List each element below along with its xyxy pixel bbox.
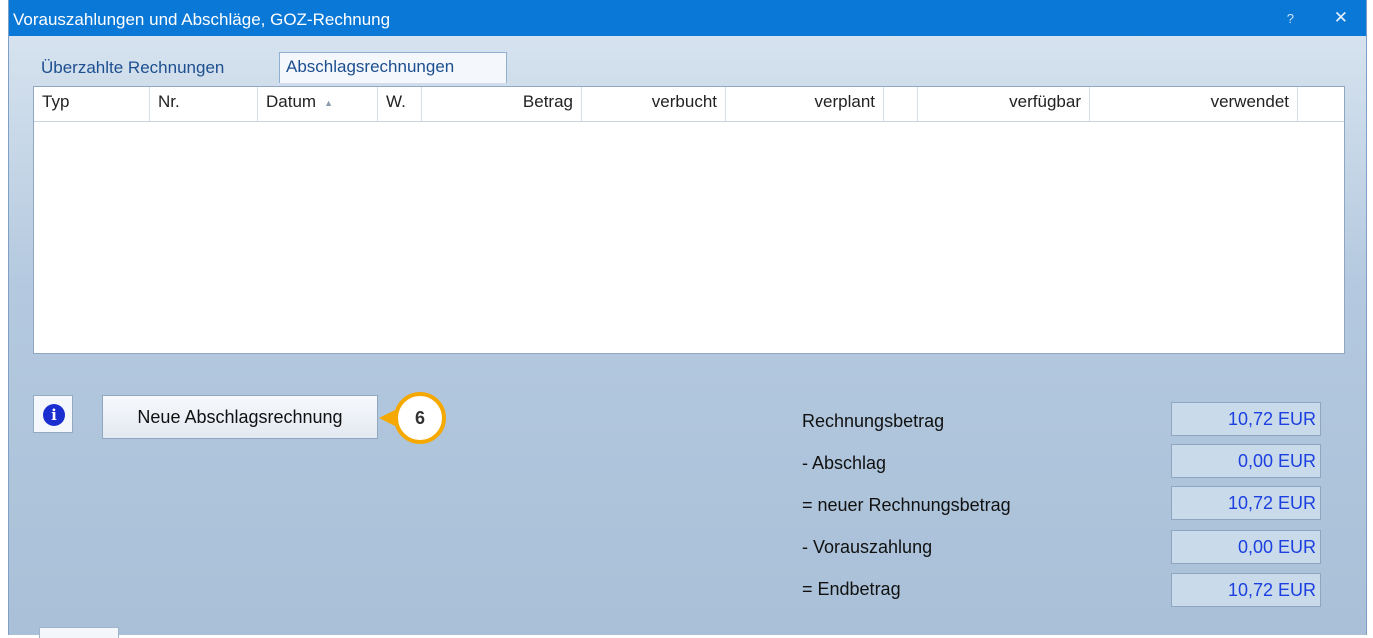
info-button[interactable]: i bbox=[33, 395, 73, 433]
column-header-betrag[interactable]: Betrag bbox=[422, 87, 582, 121]
column-header-verbucht[interactable]: verbucht bbox=[582, 87, 726, 121]
label-endbetrag: = Endbetrag bbox=[802, 579, 901, 599]
callout-pointer bbox=[379, 410, 395, 426]
column-header-verplant[interactable]: verplant bbox=[726, 87, 884, 121]
column-header-nr[interactable]: Nr. bbox=[150, 87, 258, 121]
value-neuer-rechnungsbetrag: 10,72 EUR bbox=[1171, 486, 1321, 520]
close-button[interactable]: ✕ bbox=[1334, 8, 1348, 28]
column-header-verfuegbar[interactable]: verfügbar bbox=[918, 87, 1090, 121]
value-rechnungsbetrag: 10,72 EUR bbox=[1171, 402, 1321, 436]
help-button[interactable]: ? bbox=[1287, 11, 1294, 26]
dialog-window: Vorauszahlungen und Abschläge, GOZ-Rechn… bbox=[8, 0, 1367, 638]
info-icon: i bbox=[43, 404, 65, 426]
window-title: Vorauszahlungen und Abschläge, GOZ-Rechn… bbox=[13, 10, 391, 29]
column-header-typ[interactable]: Typ bbox=[34, 87, 150, 121]
bottom-tab-partial[interactable] bbox=[39, 627, 119, 638]
column-header-verwendet[interactable]: verwendet bbox=[1090, 87, 1298, 121]
label-vorauszahlung: - Vorauszahlung bbox=[802, 537, 933, 557]
tab-ueberzahlte-rechnungen[interactable]: Überzahlte Rechnungen bbox=[39, 54, 273, 82]
value-abschlag: 0,00 EUR bbox=[1171, 444, 1321, 478]
label-abschlag: - Abschlag bbox=[802, 453, 887, 473]
callout-marker: 6 bbox=[394, 392, 446, 444]
value-vorauszahlung: 0,00 EUR bbox=[1171, 530, 1321, 564]
label-neuer-rechnungsbetrag: = neuer Rechnungsbetrag bbox=[802, 495, 1011, 515]
column-header-blank[interactable] bbox=[884, 87, 918, 121]
value-endbetrag: 10,72 EUR bbox=[1171, 573, 1321, 607]
label-rechnungsbetrag: Rechnungsbetrag bbox=[802, 411, 945, 431]
title-bar: Vorauszahlungen und Abschläge, GOZ-Rechn… bbox=[9, 0, 1366, 36]
neue-abschlagsrechnung-button[interactable]: Neue Abschlagsrechnung bbox=[102, 395, 378, 439]
sort-ascending-icon: ▲ bbox=[324, 97, 333, 108]
tab-abschlagsrechnungen[interactable]: Abschlagsrechnungen bbox=[279, 52, 507, 83]
table-header: Typ Nr. Datum ▲ W. Betrag verbucht verpla… bbox=[34, 87, 1344, 122]
column-header-datum[interactable]: Datum ▲ bbox=[258, 87, 378, 121]
column-header-waehrung[interactable]: W. bbox=[378, 87, 422, 121]
invoice-table[interactable]: Typ Nr. Datum ▲ W. Betrag verbucht verpla… bbox=[33, 86, 1345, 354]
